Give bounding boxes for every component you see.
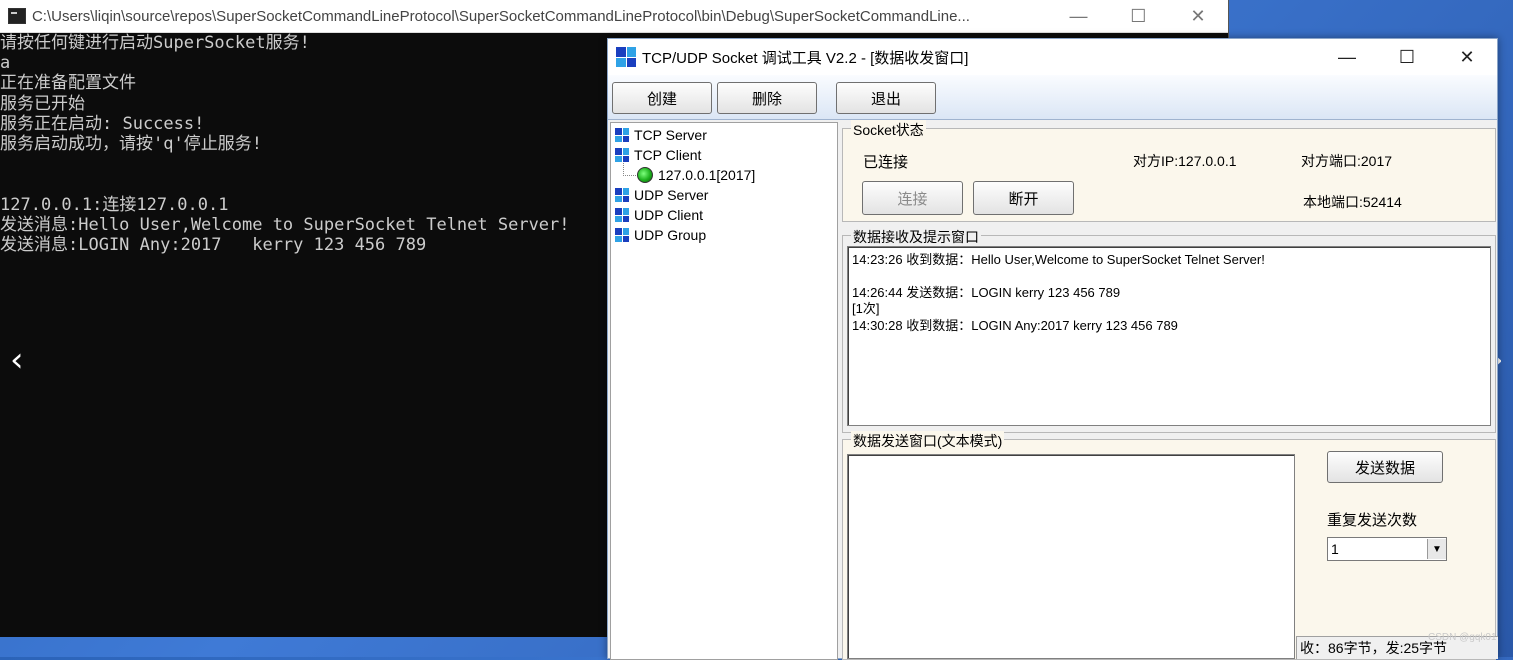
receive-textarea[interactable]: 14:23:26 收到数据：Hello User,Welcome to Supe… xyxy=(847,246,1491,426)
tree-item-label: UDP Group xyxy=(634,227,707,243)
connect-button[interactable]: 连接 xyxy=(862,181,963,215)
create-button[interactable]: 创建 xyxy=(612,82,712,114)
repeat-count-label: 重复发送次数 xyxy=(1327,512,1418,529)
repeat-count-value: 1 xyxy=(1331,541,1339,557)
tcp-server-icon xyxy=(615,128,629,142)
exit-button[interactable]: 退出 xyxy=(836,82,936,114)
tree-item-tcp-client[interactable]: TCP Client xyxy=(615,145,701,165)
prev-arrow-icon[interactable]: ‹ xyxy=(10,340,24,380)
toolbar: 创建 删除 退出 xyxy=(608,75,1497,120)
udp-server-icon xyxy=(615,188,629,202)
tree-item-tcp-server[interactable]: TCP Server xyxy=(615,125,707,145)
receive-group: 数据接收及提示窗口 14:23:26 收到数据：Hello User,Welco… xyxy=(842,227,1496,433)
tree-item-label: UDP Client xyxy=(634,207,703,223)
group-label: 数据接收及提示窗口 xyxy=(851,227,981,247)
repeat-count-select[interactable]: 1 ▼ xyxy=(1327,537,1447,561)
tree-item-udp-server[interactable]: UDP Server xyxy=(615,185,708,205)
minimize-button[interactable]: — xyxy=(1049,0,1109,32)
group-label: 数据发送窗口(文本模式) xyxy=(851,431,1005,451)
tree-item-udp-client[interactable]: UDP Client xyxy=(615,205,703,225)
socket-tool-window: TCP/UDP Socket 调试工具 V2.2 - [数据收发窗口] — ☐ … xyxy=(607,38,1498,660)
tree-connector xyxy=(623,163,636,176)
tree-item-label: UDP Server xyxy=(634,187,709,203)
tool-titlebar[interactable]: TCP/UDP Socket 调试工具 V2.2 - [数据收发窗口] — ☐ … xyxy=(608,39,1497,75)
receive-line: 14:23:26 收到数据：Hello User,Welcome to Supe… xyxy=(852,252,1265,267)
connected-status-icon xyxy=(637,167,653,183)
console-title: C:\Users\liqin\source\repos\SuperSocketC… xyxy=(31,7,970,25)
connection-state: 已连接 xyxy=(863,154,909,171)
udp-group-icon xyxy=(615,228,629,242)
udp-client-icon xyxy=(615,208,629,222)
app-icon xyxy=(616,47,636,67)
remote-ip: 对方IP:127.0.0.1 xyxy=(1133,153,1237,169)
maximize-button[interactable]: ☐ xyxy=(1108,0,1168,32)
tcp-client-icon xyxy=(615,148,629,162)
minimize-button[interactable]: — xyxy=(1317,39,1377,75)
console-icon xyxy=(8,8,26,24)
send-data-button[interactable]: 发送数据 xyxy=(1327,451,1443,483)
close-button[interactable]: ✕ xyxy=(1168,0,1228,32)
send-group: 数据发送窗口(文本模式) 发送数据 重复发送次数 1 ▼ xyxy=(842,431,1496,660)
tool-title: TCP/UDP Socket 调试工具 V2.2 - [数据收发窗口] xyxy=(642,49,969,67)
local-port: 本地端口:52414 xyxy=(1303,194,1402,210)
connection-tree: TCP Server TCP Client 127.0.0.1[2017] UD… xyxy=(610,122,838,660)
remote-port: 对方端口:2017 xyxy=(1301,153,1393,169)
console-titlebar[interactable]: C:\Users\liqin\source\repos\SuperSocketC… xyxy=(0,0,1228,33)
tree-item-label: TCP Client xyxy=(634,147,702,163)
disconnect-button[interactable]: 断开 xyxy=(973,181,1074,215)
maximize-button[interactable]: ☐ xyxy=(1377,39,1437,75)
send-textarea[interactable] xyxy=(847,454,1295,659)
tree-item-label: 127.0.0.1[2017] xyxy=(658,167,756,183)
delete-button[interactable]: 删除 xyxy=(717,82,817,114)
group-label: Socket状态 xyxy=(851,120,926,140)
chevron-down-icon[interactable]: ▼ xyxy=(1427,539,1446,559)
tree-item-label: TCP Server xyxy=(634,127,707,143)
watermark: CSDN @gqk01 xyxy=(1428,632,1497,643)
tree-item-udp-group[interactable]: UDP Group xyxy=(615,225,706,245)
receive-line: 14:30:28 收到数据：LOGIN Any:2017 kerry 123 4… xyxy=(852,318,1178,333)
receive-line: 14:26:44 发送数据：LOGIN kerry 123 456 789 xyxy=(852,285,1121,300)
socket-status-group: Socket状态 已连接 对方IP:127.0.0.1 对方端口:2017 本地… xyxy=(842,120,1496,222)
tree-item-client-connection[interactable]: 127.0.0.1[2017] xyxy=(637,165,755,185)
close-button[interactable]: ✕ xyxy=(1437,39,1497,75)
